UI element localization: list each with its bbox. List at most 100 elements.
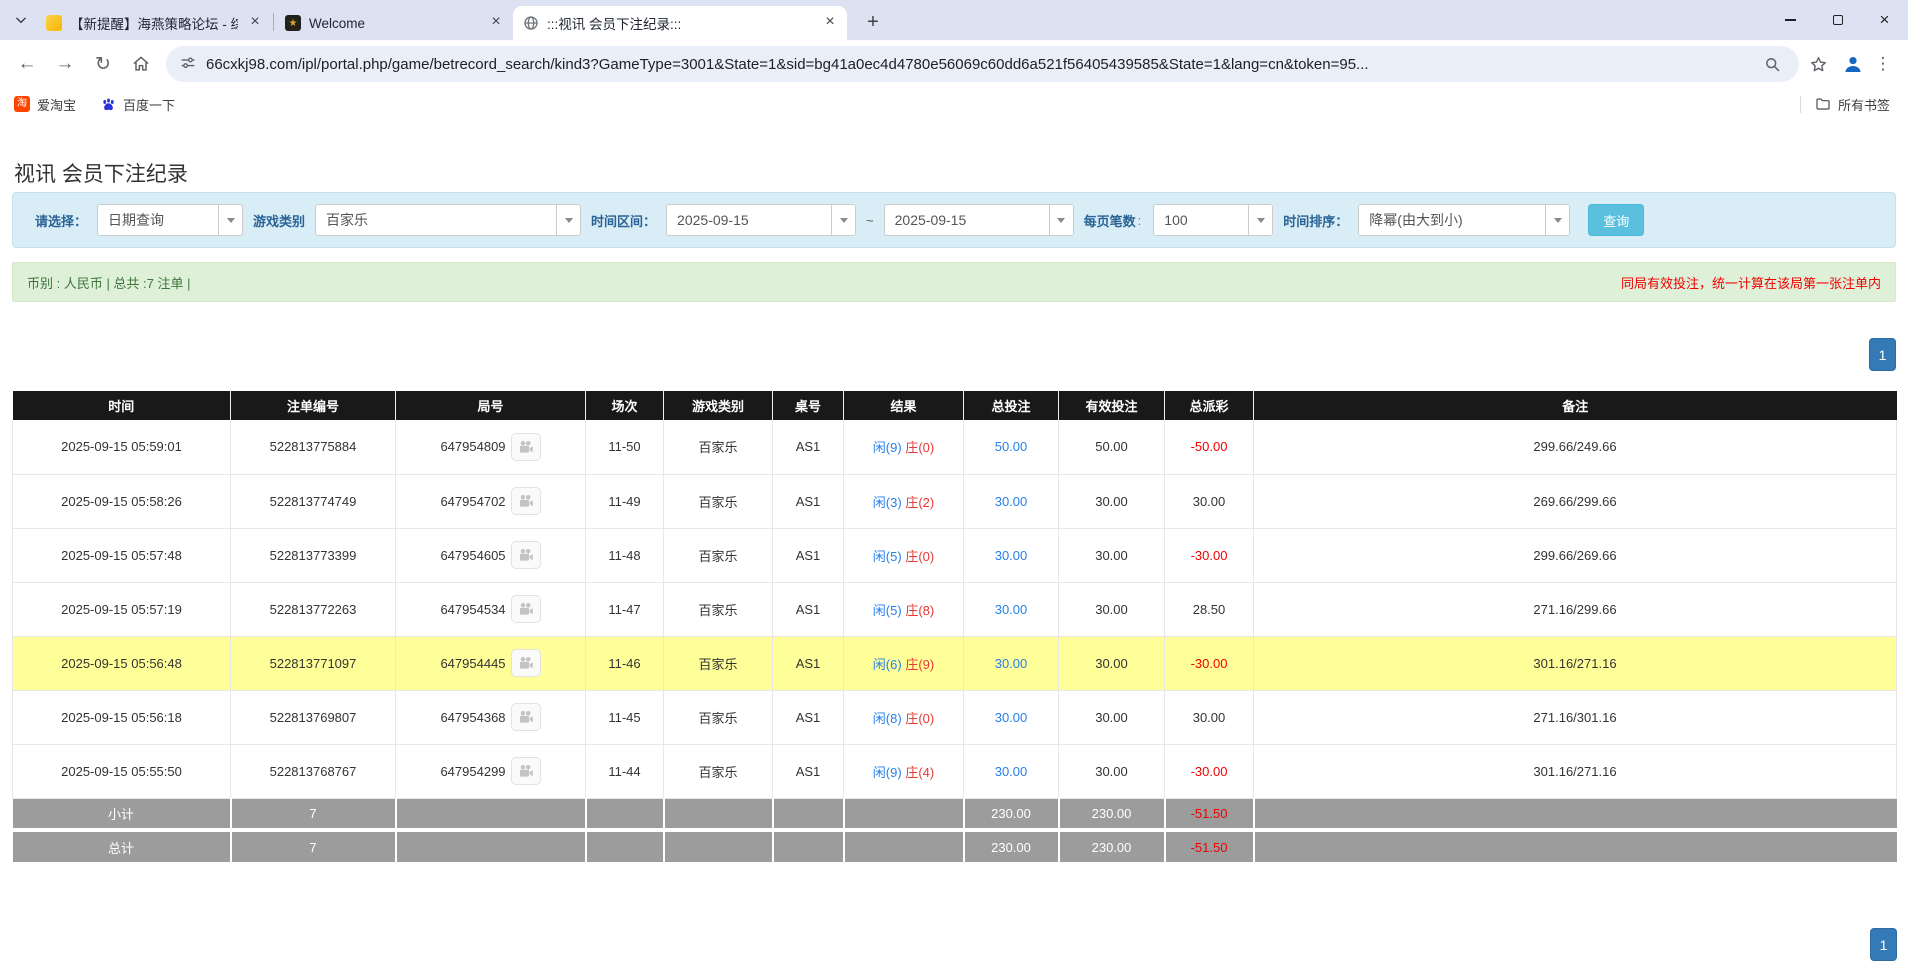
cell-game-type: 百家乐 xyxy=(664,744,773,798)
bookmark-taobao[interactable]: 淘 爱淘宝 xyxy=(14,95,76,114)
home-button[interactable] xyxy=(122,45,160,83)
total-bet-link[interactable]: 30.00 xyxy=(995,548,1028,563)
total-valid-bet: 230.00 xyxy=(1059,830,1165,862)
game-type-select[interactable]: 百家乐 xyxy=(315,204,581,236)
folder-icon xyxy=(1815,96,1831,112)
cell-bet-id: 522813774749 xyxy=(231,474,396,528)
query-type-select[interactable]: 日期查询 xyxy=(97,204,243,236)
per-page-colon: : xyxy=(1138,213,1142,228)
film-icon xyxy=(517,600,535,618)
header-cell: 桌号 xyxy=(773,391,844,420)
bookmark-star-icon[interactable] xyxy=(1809,55,1828,74)
video-replay-button[interactable] xyxy=(511,541,541,569)
page-1-button-bottom[interactable]: 1 xyxy=(1870,928,1897,961)
sort-select[interactable]: 降幂(由大到小) xyxy=(1358,204,1570,236)
notice-text: 同局有效投注，统一计算在该局第一张注单内 xyxy=(1621,273,1881,292)
video-replay-button[interactable] xyxy=(511,757,541,785)
bookmark-label: 百度一下 xyxy=(123,95,175,114)
date-from-select[interactable]: 2025-09-15 xyxy=(666,204,856,236)
video-replay-button[interactable] xyxy=(511,487,541,515)
cell-round: 647954445 xyxy=(396,636,586,690)
table-row: 2025-09-15 05:58:26 522813774749 6479547… xyxy=(13,474,1897,528)
cell-time: 2025-09-15 05:59:01 xyxy=(13,420,231,474)
tab-title: Welcome xyxy=(309,16,479,31)
minimize-icon xyxy=(1785,19,1796,21)
tab-forum[interactable]: 【新提醒】海燕策略论坛 - 综合 × xyxy=(36,6,272,40)
address-bar[interactable]: 66cxkj98.com/ipl/portal.php/game/betreco… xyxy=(166,46,1799,82)
cell-session: 11-50 xyxy=(586,420,664,474)
close-window-button[interactable]: × xyxy=(1861,0,1908,40)
tab-welcome[interactable]: ★ Welcome × xyxy=(275,6,513,40)
cell-time: 2025-09-15 05:56:18 xyxy=(13,690,231,744)
header-cell: 场次 xyxy=(586,391,664,420)
total-bet-link[interactable]: 30.00 xyxy=(995,656,1028,671)
chevron-down-icon xyxy=(14,13,28,27)
minimize-button[interactable] xyxy=(1767,0,1814,40)
menu-kebab-icon[interactable]: ⋮ xyxy=(1866,54,1900,74)
bookmark-baidu[interactable]: 百度一下 xyxy=(100,95,175,114)
total-bet-link[interactable]: 30.00 xyxy=(995,710,1028,725)
pagination-top: 1 xyxy=(12,338,1896,371)
cell-round: 647954702 xyxy=(396,474,586,528)
zoom-icon[interactable] xyxy=(1764,56,1781,73)
chevron-down-icon xyxy=(218,205,242,235)
cell-time: 2025-09-15 05:55:50 xyxy=(13,744,231,798)
total-bet-link[interactable]: 50.00 xyxy=(995,439,1028,454)
back-button[interactable]: ← xyxy=(8,45,46,83)
chevron-down-icon xyxy=(556,205,580,235)
total-bet-link[interactable]: 30.00 xyxy=(995,494,1028,509)
per-page-label: 每页笔数 xyxy=(1084,211,1136,230)
total-count: 7 xyxy=(231,830,396,862)
cell-payout: 28.50 xyxy=(1165,582,1254,636)
round-number: 647954809 xyxy=(440,439,505,454)
video-replay-button[interactable] xyxy=(511,649,541,677)
welcome-favicon-icon: ★ xyxy=(285,15,301,31)
cell-result: 闲(5) 庄(8) xyxy=(844,582,964,636)
tab-close-icon[interactable]: × xyxy=(487,14,505,32)
result-banker: 庄(9) xyxy=(905,657,934,672)
table-row: 2025-09-15 05:56:48 522813771097 6479544… xyxy=(13,636,1897,690)
baidu-paw-icon xyxy=(100,96,116,112)
film-icon xyxy=(517,654,535,672)
total-bet-link[interactable]: 30.00 xyxy=(995,764,1028,779)
video-replay-button[interactable] xyxy=(511,595,541,623)
new-tab-button[interactable]: + xyxy=(859,8,887,36)
cell-bet-id: 522813768767 xyxy=(231,744,396,798)
filter-bar: 请选择： 日期查询 游戏类别 百家乐 时间区间： 2025-09-15 ~ 20… xyxy=(12,192,1896,248)
browser-toolbar: ← → ↻ 66cxkj98.com/ipl/portal.php/game/b… xyxy=(0,40,1908,88)
time-range-label: 时间区间： xyxy=(591,211,656,230)
result-banker: 庄(4) xyxy=(905,765,934,780)
subtotal-count: 7 xyxy=(231,798,396,830)
all-bookmarks[interactable]: 所有书签 xyxy=(1815,95,1890,114)
date-to-select[interactable]: 2025-09-15 xyxy=(884,204,1074,236)
subtotal-row: 小计 7 230.00 230.00 -51.50 xyxy=(13,798,1897,830)
total-bet-link[interactable]: 30.00 xyxy=(995,602,1028,617)
cell-bet-id: 522813772263 xyxy=(231,582,396,636)
film-icon xyxy=(517,546,535,564)
round-number: 647954534 xyxy=(440,602,505,617)
forward-button[interactable]: → xyxy=(46,45,84,83)
total-label: 总计 xyxy=(13,830,231,862)
search-button[interactable]: 查询 xyxy=(1588,204,1644,236)
table-row: 2025-09-15 05:57:19 522813772263 6479545… xyxy=(13,582,1897,636)
reload-button[interactable]: ↻ xyxy=(84,45,122,83)
result-banker: 庄(0) xyxy=(905,440,934,455)
video-replay-button[interactable] xyxy=(511,433,541,461)
summary-bar: 币别 : 人民币 | 总共 :7 注单 | 同局有效投注，统一计算在该局第一张注… xyxy=(12,262,1896,302)
tab-search-button[interactable] xyxy=(8,7,34,33)
profile-avatar-icon[interactable] xyxy=(1840,51,1866,77)
maximize-button[interactable] xyxy=(1814,0,1861,40)
tab-close-icon[interactable]: × xyxy=(821,14,839,32)
tab-close-icon[interactable]: × xyxy=(246,14,264,32)
video-replay-button[interactable] xyxy=(511,703,541,731)
tab-betrecord-active[interactable]: :::视讯 会员下注纪录::: × xyxy=(513,6,847,40)
site-settings-icon[interactable] xyxy=(180,56,196,72)
cell-round: 647954368 xyxy=(396,690,586,744)
page-1-button[interactable]: 1 xyxy=(1869,338,1896,371)
per-page-select[interactable]: 100 xyxy=(1153,204,1273,236)
result-player: 闲(5) xyxy=(873,603,902,618)
cell-total-bet: 30.00 xyxy=(964,582,1059,636)
sort-label: 时间排序： xyxy=(1283,211,1348,230)
cell-game-type: 百家乐 xyxy=(664,528,773,582)
cell-session: 11-46 xyxy=(586,636,664,690)
